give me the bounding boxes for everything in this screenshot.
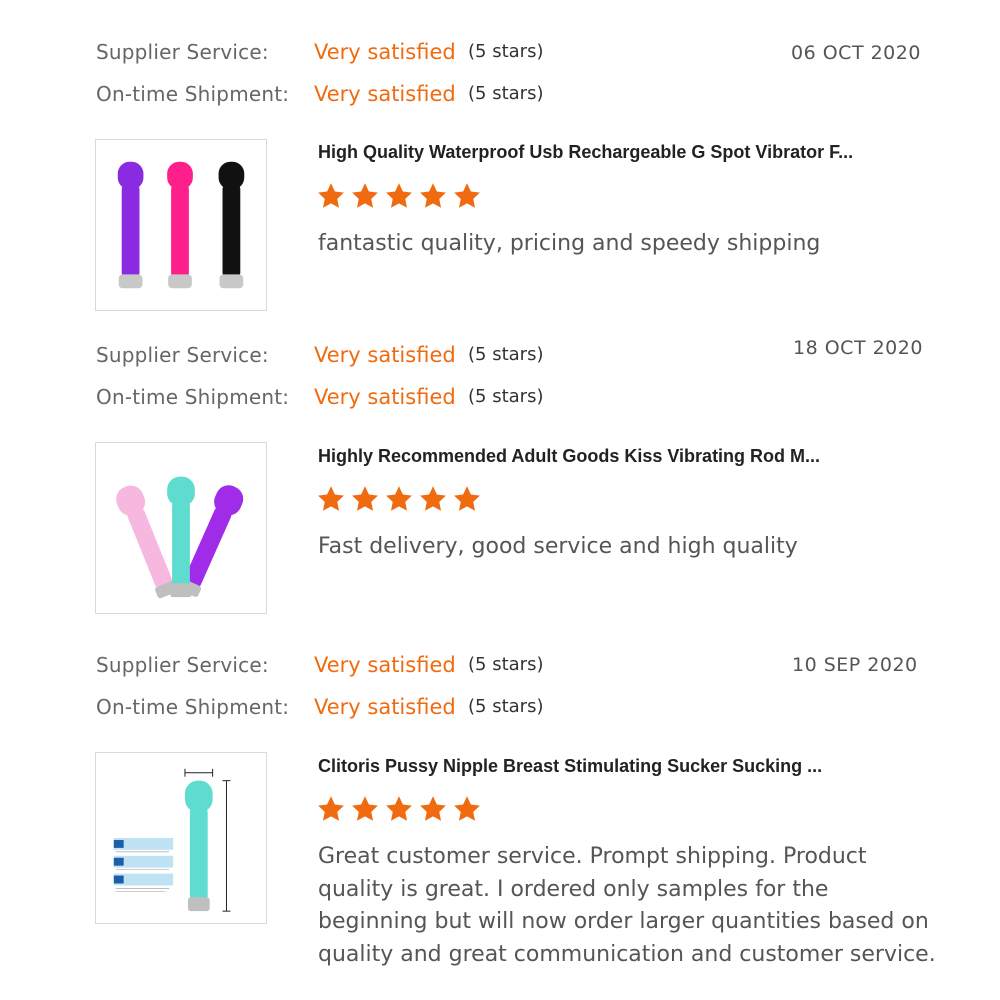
on-time-shipment-row: On-time Shipment: Very satisfied (5 star… bbox=[96, 382, 916, 412]
wand-massagers-icon bbox=[117, 161, 245, 289]
product-title-link[interactable]: Highly Recommended Adult Goods Kiss Vibr… bbox=[318, 446, 938, 467]
supplier-service-stars: (5 stars) bbox=[468, 344, 544, 365]
star-icon bbox=[318, 796, 344, 821]
supplier-service-stars: (5 stars) bbox=[468, 654, 544, 675]
star-icon bbox=[420, 183, 446, 208]
star-icon bbox=[386, 183, 412, 208]
star-icon bbox=[352, 796, 378, 821]
product-image[interactable] bbox=[95, 442, 267, 614]
star-icon bbox=[318, 183, 344, 208]
on-time-shipment-value: Very satisfied bbox=[314, 695, 456, 719]
product-image[interactable] bbox=[95, 139, 267, 311]
star-icon bbox=[352, 183, 378, 208]
on-time-shipment-value: Very satisfied bbox=[314, 385, 456, 409]
supplier-service-value: Very satisfied bbox=[314, 653, 456, 677]
review-comment: fantastic quality, pricing and speedy sh… bbox=[318, 231, 821, 256]
star-icon bbox=[386, 796, 412, 821]
supplier-service-label: Supplier Service: bbox=[96, 343, 269, 367]
supplier-service-value: Very satisfied bbox=[314, 343, 456, 367]
review-date: 18 OCT 2020 bbox=[793, 337, 923, 359]
product-title-link[interactable]: Clitoris Pussy Nipple Breast Stimulating… bbox=[318, 756, 938, 777]
on-time-shipment-label: On-time Shipment: bbox=[96, 82, 290, 106]
on-time-shipment-label: On-time Shipment: bbox=[96, 695, 290, 719]
review-rating bbox=[316, 181, 482, 213]
on-time-shipment-value: Very satisfied bbox=[314, 82, 456, 106]
wand-massager-dimensions-icon bbox=[113, 768, 231, 912]
on-time-shipment-row: On-time Shipment: Very satisfied (5 star… bbox=[96, 79, 916, 109]
on-time-shipment-stars: (5 stars) bbox=[468, 696, 544, 717]
review-rating bbox=[316, 794, 482, 826]
product-image[interactable] bbox=[95, 752, 267, 924]
supplier-service-label: Supplier Service: bbox=[96, 40, 269, 64]
star-icon bbox=[420, 796, 446, 821]
on-time-shipment-label: On-time Shipment: bbox=[96, 385, 290, 409]
star-icon bbox=[454, 796, 480, 821]
supplier-service-label: Supplier Service: bbox=[96, 653, 269, 677]
star-icon bbox=[454, 183, 480, 208]
star-icon bbox=[352, 486, 378, 511]
star-icon bbox=[454, 486, 480, 511]
wand-massagers-icon bbox=[116, 476, 244, 599]
star-icon bbox=[420, 486, 446, 511]
review-date: 06 OCT 2020 bbox=[791, 42, 921, 64]
review-comment: Fast delivery, good service and high qua… bbox=[318, 534, 798, 559]
review-date: 10 SEP 2020 bbox=[792, 654, 918, 676]
on-time-shipment-stars: (5 stars) bbox=[468, 386, 544, 407]
product-title-link[interactable]: High Quality Waterproof Usb Rechargeable… bbox=[318, 142, 938, 163]
supplier-service-stars: (5 stars) bbox=[468, 41, 544, 62]
on-time-shipment-stars: (5 stars) bbox=[468, 83, 544, 104]
star-icon bbox=[386, 486, 412, 511]
supplier-service-value: Very satisfied bbox=[314, 40, 456, 64]
star-icon bbox=[318, 486, 344, 511]
review-rating bbox=[316, 484, 482, 516]
on-time-shipment-row: On-time Shipment: Very satisfied (5 star… bbox=[96, 692, 916, 722]
review-comment: Great customer service. Prompt shipping.… bbox=[318, 844, 936, 967]
